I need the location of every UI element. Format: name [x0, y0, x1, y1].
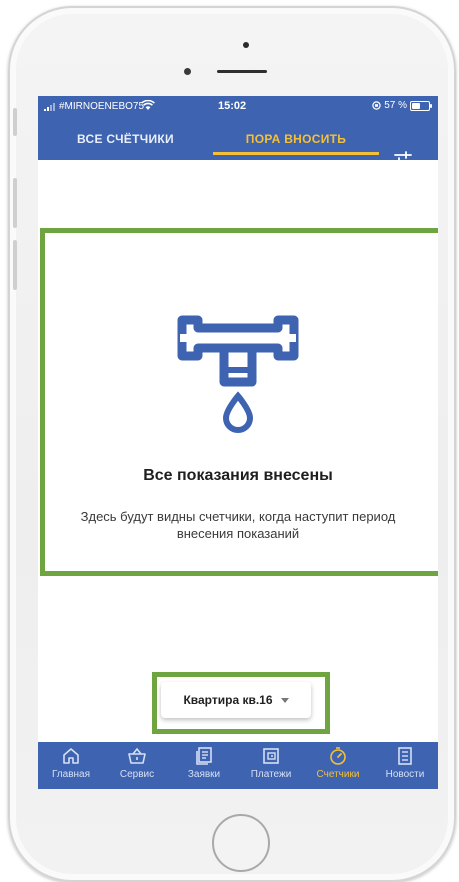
active-tab-indicator: [213, 152, 379, 155]
signal-icon: [44, 102, 55, 111]
status-time: 15:02: [218, 100, 247, 112]
nav-item-meters[interactable]: Счетчики: [305, 742, 371, 789]
nav-item-payments[interactable]: Платежи: [238, 742, 304, 789]
nav-label-requests: Заявки: [187, 769, 221, 780]
chevron-down-icon: [280, 697, 289, 703]
battery-fill: [412, 102, 420, 109]
carrier-group: #MIRNOENEBO75: [44, 101, 144, 112]
proximity-sensor: [184, 68, 191, 75]
earpiece-speaker: [217, 70, 267, 73]
nav-label-service: Сервис: [119, 769, 155, 780]
nav-label-news: Новости: [385, 769, 425, 780]
nav-label-payments: Платежи: [250, 769, 292, 780]
volume-up-button: [13, 178, 17, 228]
battery-percent: 57 %: [384, 100, 407, 111]
front-camera: [243, 42, 249, 48]
home-icon: [63, 748, 79, 764]
battery-group: 57 %: [372, 100, 432, 111]
faucet-drop-icon: [177, 315, 299, 433]
status-bar: #MIRNOENEBO75 15:02 57 %: [38, 96, 438, 118]
news-icon: [398, 747, 412, 765]
nav-item-requests[interactable]: Заявки: [171, 742, 237, 789]
top-bar: #MIRNOENEBO75 15:02 57 % ВСЕ СЧЁТЧИКИ ПО…: [38, 96, 438, 171]
bottom-navigation: Главная Сервис Заявки Платежи Счетчики Н…: [38, 742, 438, 789]
apartment-dropdown-value: Квартира кв.16: [183, 693, 273, 707]
empty-state-description: Здесь будут видны счетчики, когда наступ…: [80, 509, 396, 541]
carrier-name: #MIRNOENEBO75: [59, 101, 145, 112]
nav-label-meters: Счетчики: [316, 769, 360, 780]
nav-item-service[interactable]: Сервис: [104, 742, 170, 789]
wifi-icon: [141, 100, 155, 110]
empty-state-title: Все показания внесены: [143, 467, 333, 484]
nav-label-home: Главная: [51, 769, 91, 780]
meter-icon: [330, 747, 346, 765]
battery-icon: [410, 100, 432, 111]
mute-switch: [13, 108, 17, 136]
wallet-icon: [263, 748, 279, 764]
apartment-dropdown[interactable]: Квартира кв.16: [161, 682, 311, 718]
app-screen: #MIRNOENEBO75 15:02 57 % ВСЕ СЧЁТЧИКИ ПО…: [38, 96, 438, 789]
volume-down-button: [13, 240, 17, 290]
requests-icon: [196, 747, 212, 765]
nav-item-news[interactable]: Новости: [372, 742, 438, 789]
home-button[interactable]: [212, 814, 270, 872]
filter-settings-icon[interactable]: [388, 148, 418, 174]
basket-icon: [128, 747, 146, 764]
tab-all-meters[interactable]: ВСЕ СЧЁТЧИКИ: [38, 118, 213, 160]
nav-item-home[interactable]: Главная: [38, 742, 104, 789]
orientation-lock-icon: [372, 101, 381, 110]
